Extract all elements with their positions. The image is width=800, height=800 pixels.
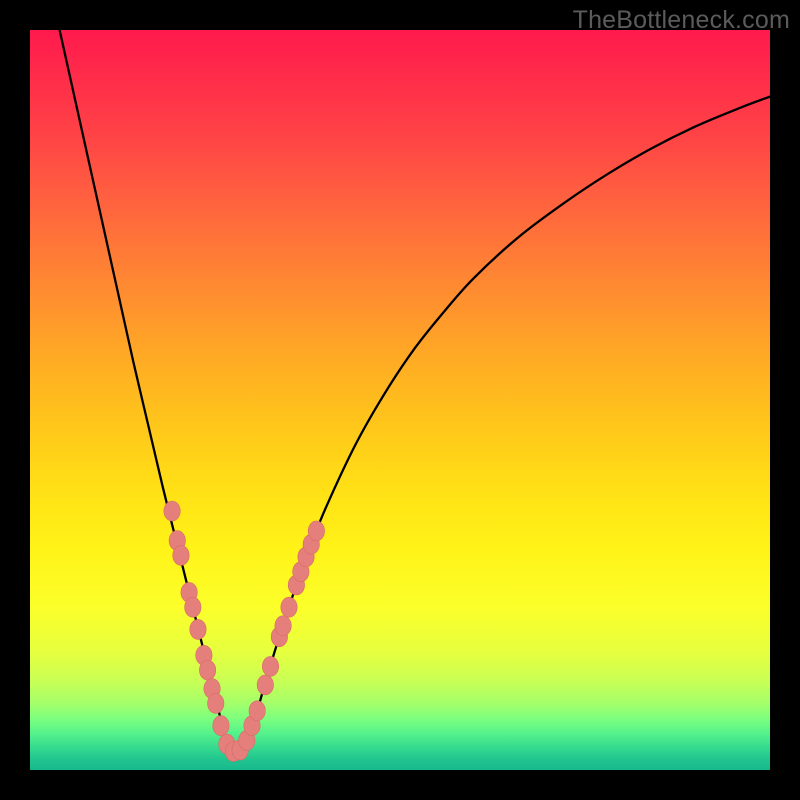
marker-point [213, 716, 229, 736]
chart-overlay [30, 30, 770, 770]
marker-point [208, 693, 224, 713]
highlighted-points [164, 501, 325, 762]
chart-frame: TheBottleneck.com [0, 0, 800, 800]
marker-point [173, 545, 189, 565]
marker-point [185, 597, 201, 617]
marker-point [190, 619, 206, 639]
marker-point [199, 660, 215, 680]
marker-point [249, 701, 265, 721]
marker-point [308, 521, 324, 541]
marker-point [262, 656, 278, 676]
marker-point [275, 616, 291, 636]
marker-point [164, 501, 180, 521]
plot-area [30, 30, 770, 770]
marker-point [257, 675, 273, 695]
marker-point [281, 597, 297, 617]
bottleneck-curve [60, 30, 770, 759]
